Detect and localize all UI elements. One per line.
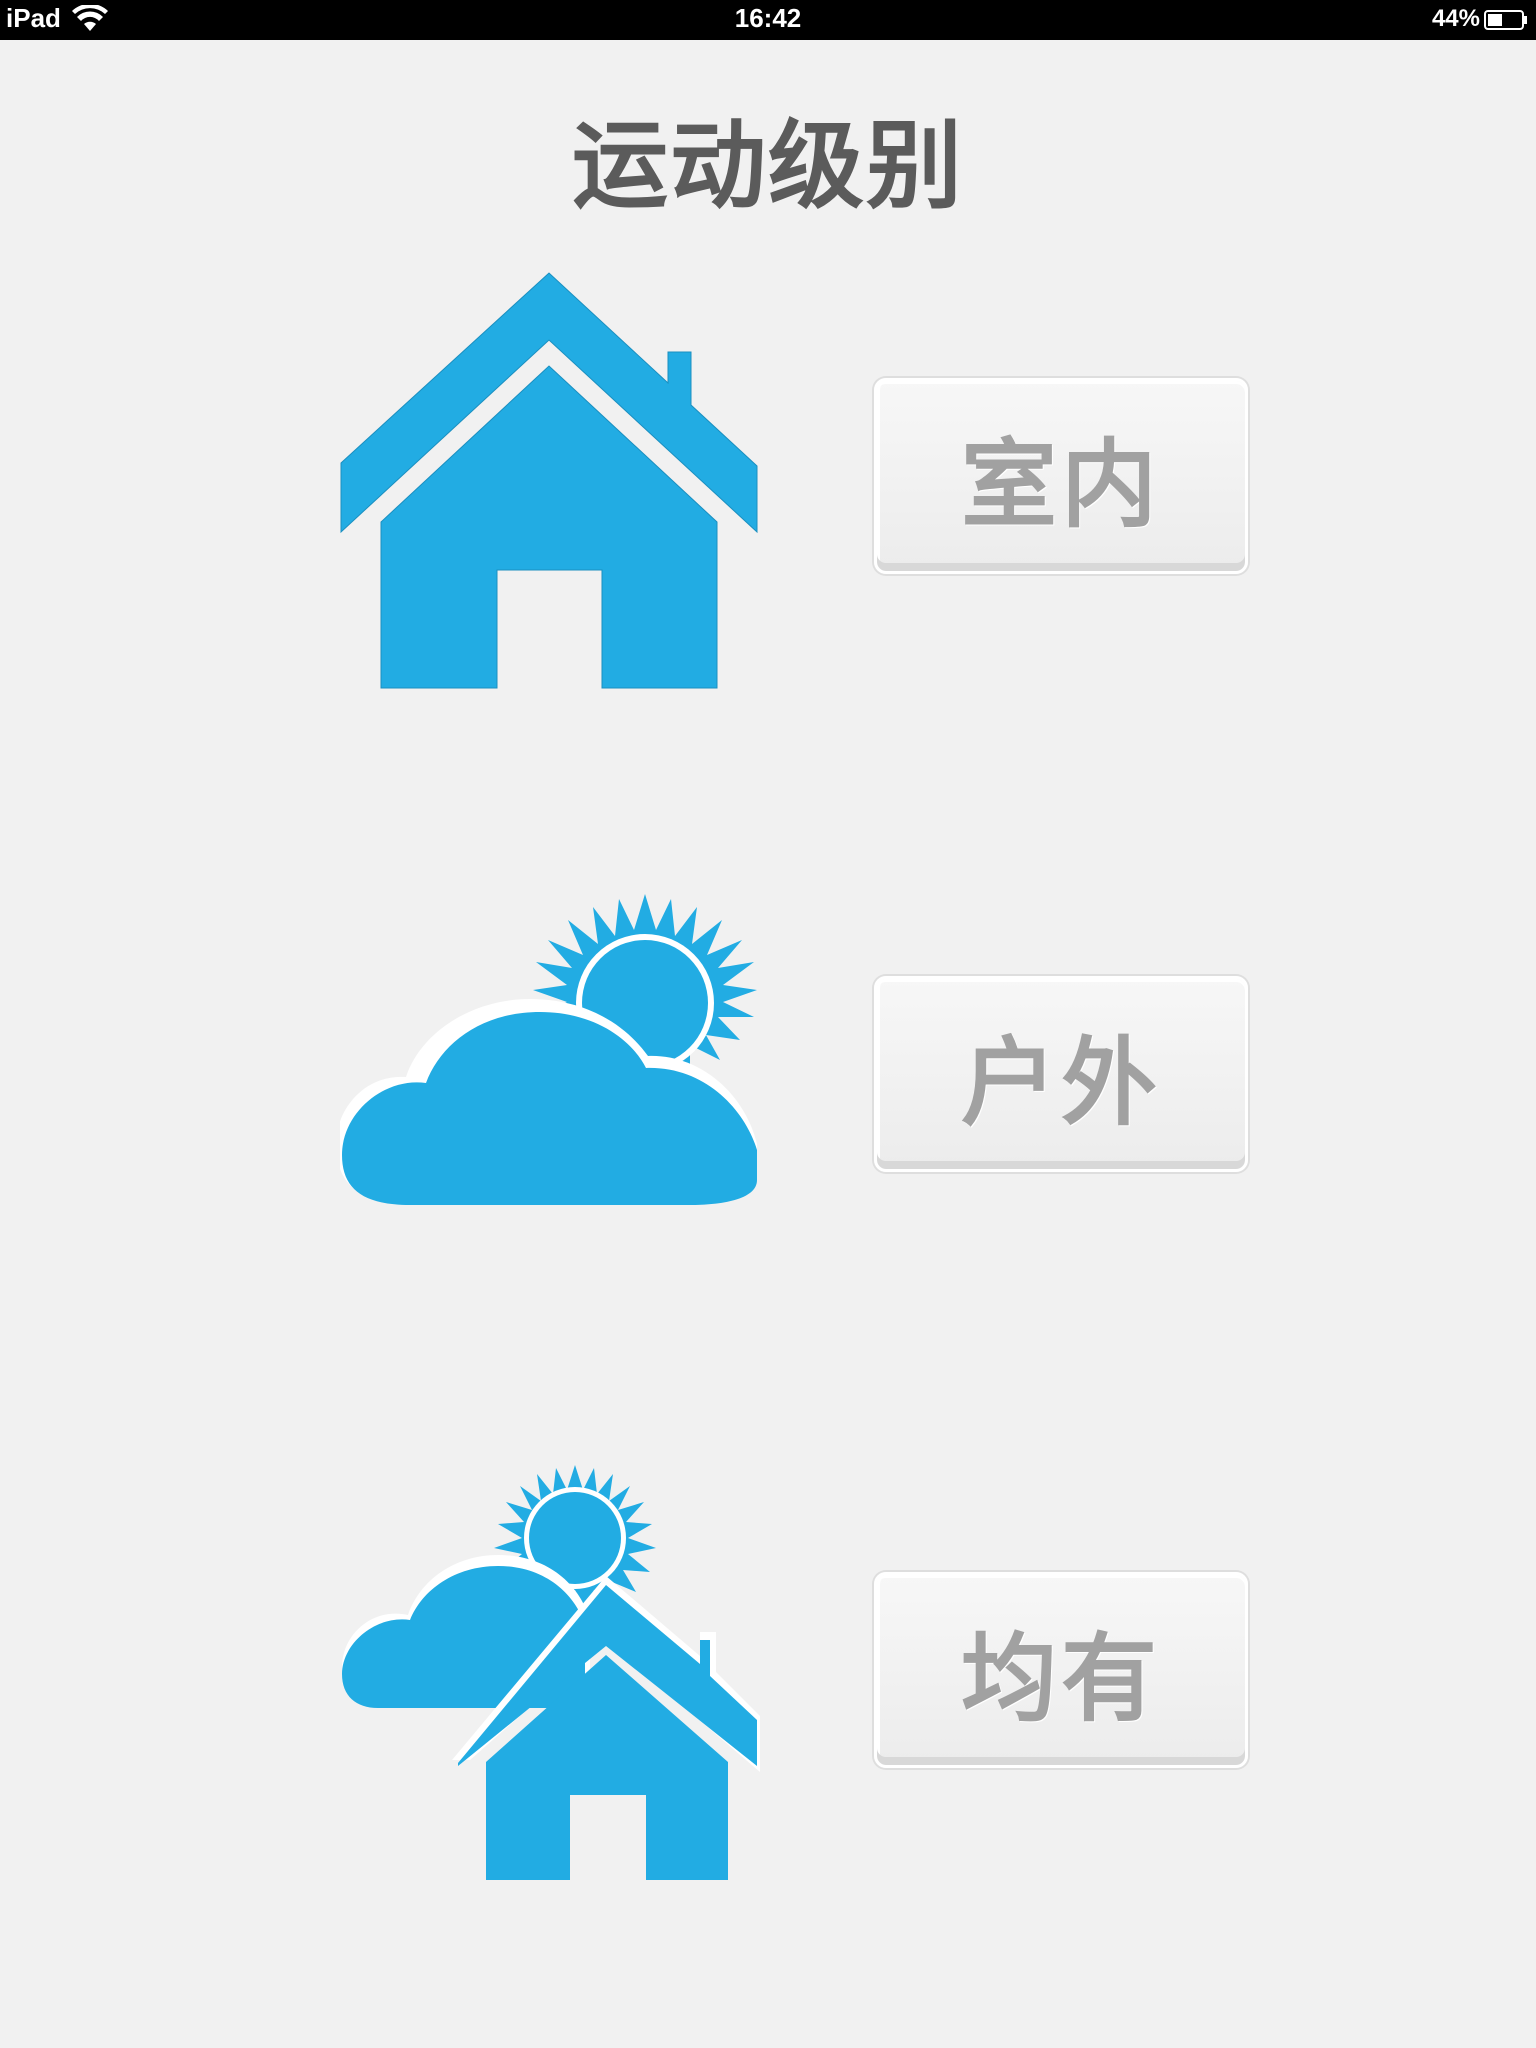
battery-percent: 44% — [1431, 5, 1480, 32]
house-icon — [340, 272, 758, 689]
page-title: 运动级别 — [572, 110, 964, 222]
outdoor-button-label: 户外 — [961, 1026, 1161, 1139]
indoor-button-label: 室内 — [961, 428, 1161, 541]
outdoor-button[interactable]: 户外 — [874, 976, 1248, 1172]
clock: 16:42 — [734, 3, 802, 33]
status-bar: iPad 16:42 44% — [0, 0, 1536, 40]
both-button-label: 均有 — [961, 1622, 1161, 1735]
indoor-button[interactable]: 室内 — [874, 378, 1248, 574]
cloud-sun-house-icon — [342, 1465, 760, 1880]
both-button[interactable]: 均有 — [874, 1572, 1248, 1768]
battery-icon — [1484, 10, 1527, 30]
cloud-sun-icon — [340, 894, 757, 1205]
